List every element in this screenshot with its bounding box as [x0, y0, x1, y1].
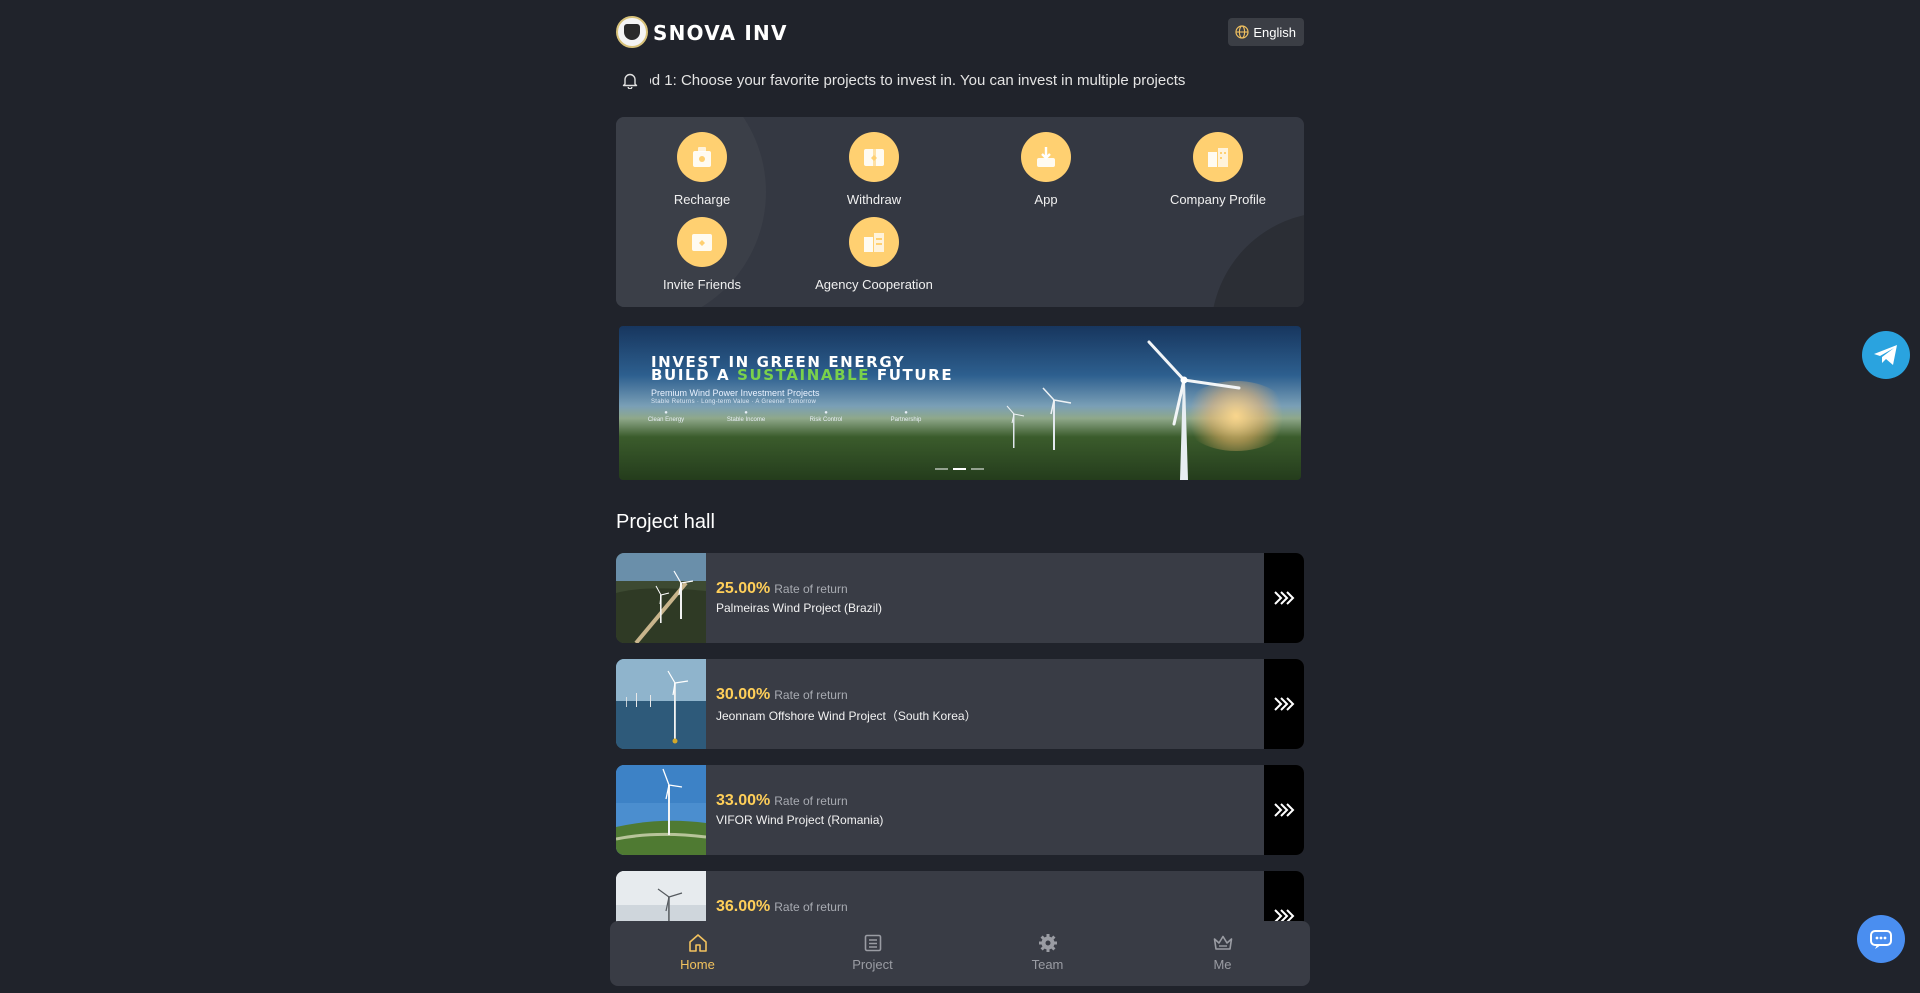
project-go-button[interactable] [1264, 553, 1304, 643]
banner-feature: ● Clean Energy [647, 410, 685, 423]
wind-turbine-image [1147, 340, 1241, 480]
carousel-dot[interactable] [935, 468, 948, 470]
withdraw-icon [849, 132, 899, 182]
triple-chevron-right-icon [1274, 697, 1295, 711]
bottom-tab-bar: Home Project Team Me [610, 921, 1310, 986]
project-go-button[interactable] [1264, 765, 1304, 855]
project-name: Jeonnam Offshore Wind Project（South Kore… [716, 709, 977, 723]
notice-marquee: Generation Methods Method 1: Choose your… [650, 71, 1266, 91]
globe-icon [1235, 25, 1249, 39]
quick-item-invite-friends[interactable]: Invite Friends [616, 217, 788, 292]
project-rate: 33.00% Rate of return [716, 792, 848, 809]
quick-item-withdraw[interactable]: Withdraw [788, 132, 960, 207]
quick-item-agency-cooperation[interactable]: Agency Cooperation [788, 217, 960, 292]
project-card[interactable]: 30.00% Rate of return Jeonnam Offshore Wi… [616, 659, 1304, 749]
carousel-indicators[interactable] [935, 468, 984, 470]
promo-banner[interactable]: INVEST IN GREEN ENERGY BUILD A SUSTAINAB… [619, 326, 1301, 480]
project-name: VIFOR Wind Project (Romania) [716, 813, 884, 827]
app-container: SNOVA INV English Generation Methods Met… [610, 0, 1310, 993]
banner-feature: ● Partnership [890, 410, 922, 423]
project-thumbnail [616, 659, 706, 749]
tab-me[interactable]: Me [1135, 921, 1310, 986]
telegram-icon [1874, 345, 1897, 365]
triple-chevron-right-icon [1274, 591, 1295, 605]
agency-cooperation-icon [849, 217, 899, 267]
chat-support-button[interactable] [1857, 915, 1905, 963]
quick-item-app[interactable]: App [960, 132, 1132, 207]
banner-feature: ● Risk Control [809, 410, 843, 423]
brand-name: SNOVA INV [653, 21, 788, 45]
banner-title: INVEST IN GREEN ENERGY BUILD A SUSTAINAB… [651, 353, 954, 384]
app-download-icon [1021, 132, 1071, 182]
carousel-dot-active[interactable] [953, 468, 966, 470]
quick-item-company-profile[interactable]: Company Profile [1132, 132, 1304, 207]
tab-project[interactable]: Project [785, 921, 960, 986]
project-thumbnail [616, 553, 706, 643]
header: SNOVA INV English [616, 15, 1304, 49]
project-name: Palmeiras Wind Project (Brazil) [716, 601, 883, 615]
recharge-icon [677, 132, 727, 182]
tab-team[interactable]: Team [960, 921, 1135, 986]
quick-menu: Recharge Withdraw App Company Profile In… [616, 117, 1304, 307]
home-icon [688, 934, 707, 952]
project-rate: 25.00% Rate of return [716, 580, 848, 597]
team-gear-icon [1038, 934, 1057, 952]
telegram-button[interactable] [1862, 331, 1910, 379]
language-label: English [1253, 24, 1296, 40]
project-go-button[interactable] [1264, 659, 1304, 749]
triple-chevron-right-icon [1274, 803, 1295, 817]
project-list-icon [864, 934, 881, 952]
project-thumbnail [616, 765, 706, 855]
project-card[interactable]: 25.00% Rate of return Palmeiras Wind Proj… [616, 553, 1304, 643]
banner-tagline: Stable Returns · Long-term Value · A Gre… [651, 399, 817, 405]
banner-feature: ● Stable Income [726, 410, 766, 423]
quick-item-recharge[interactable]: Recharge [616, 132, 788, 207]
project-rate: 30.00% Rate of return [716, 686, 848, 703]
carousel-dot[interactable] [971, 468, 984, 470]
project-rate: 36.00% Rate of return [716, 898, 848, 915]
notice-bar: Generation Methods Method 1: Choose your… [616, 68, 1304, 94]
logo [616, 16, 648, 48]
invite-friends-icon [677, 217, 727, 267]
bell-icon [622, 73, 638, 89]
company-profile-icon [1193, 132, 1243, 182]
notice-text: Generation Methods Method 1: Choose your… [650, 72, 1186, 89]
project-card[interactable]: 33.00% Rate of return VIFOR Wind Project … [616, 765, 1304, 855]
language-button[interactable]: English [1228, 18, 1304, 46]
chat-icon [1870, 930, 1892, 949]
section-title: Project hall [616, 511, 715, 533]
tab-home[interactable]: Home [610, 921, 785, 986]
crown-icon [1213, 935, 1232, 950]
banner-subtitle: Premium Wind Power Investment Projects [651, 388, 820, 398]
